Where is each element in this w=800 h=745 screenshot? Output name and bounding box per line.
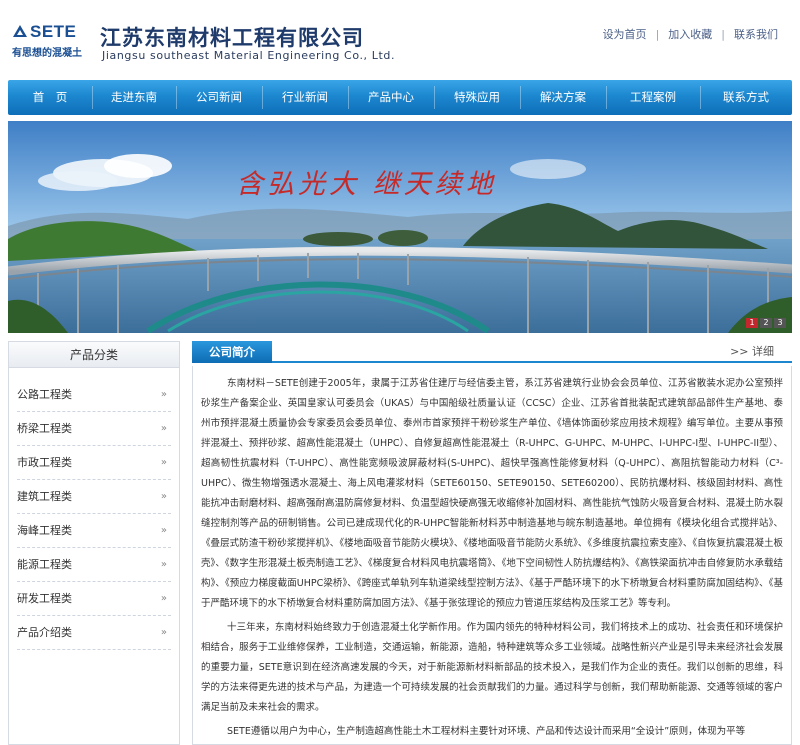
page: SETE 有思想的混凝土 江苏东南材料工程有限公司 Jiangsu southe… <box>0 0 800 745</box>
double-chevron-right-icon: » <box>160 457 167 468</box>
sidebar-item-label: 公路工程类 <box>17 388 72 401</box>
double-chevron-right-icon: » <box>160 423 167 434</box>
double-chevron-right-icon: » <box>160 593 167 604</box>
banner-image: 含弘光大 继天续地 <box>8 121 792 333</box>
nav-item-projects[interactable]: 工程案例 <box>606 80 700 115</box>
double-chevron-right-icon: » <box>160 389 167 400</box>
nav-item-company-news[interactable]: 公司新闻 <box>176 80 262 115</box>
banner-calligraphy: 含弘光大 继天续地 <box>236 169 497 200</box>
divider: | <box>655 28 660 41</box>
section-title: 公司简介 <box>192 341 272 363</box>
contact-us-link[interactable]: 联系我们 <box>734 28 778 41</box>
sidebar-title: 产品分类 <box>9 342 179 368</box>
company-name-en: Jiangsu southeast Material Engineering C… <box>102 49 396 62</box>
slide-dot-1[interactable]: 1 <box>746 318 758 328</box>
company-name-cn: 江苏东南材料工程有限公司 <box>100 26 364 50</box>
nav-item-contact[interactable]: 联系方式 <box>700 80 792 115</box>
sidebar-item-bridge[interactable]: 桥梁工程类 » <box>17 412 171 446</box>
hero-banner[interactable]: 含弘光大 继天续地 123 <box>8 121 792 333</box>
nav-item-solutions[interactable]: 解决方案 <box>520 80 606 115</box>
add-favorite-link[interactable]: 加入收藏 <box>668 28 712 41</box>
site-header: SETE 有思想的混凝土 江苏东南材料工程有限公司 Jiangsu southe… <box>0 0 800 78</box>
sidebar-item-label: 研发工程类 <box>17 592 72 605</box>
sidebar-item-energy[interactable]: 能源工程类 » <box>17 548 171 582</box>
double-chevron-right-icon: >> <box>730 345 752 358</box>
divider: | <box>721 28 725 41</box>
sidebar-item-label: 市政工程类 <box>17 456 72 469</box>
logo-slogan: 有思想的混凝土 <box>12 48 82 59</box>
company-intro-content: 东南材料－SETE创建于2005年，隶属于江苏省住建厅与经信委主管，系江苏省建筑… <box>192 366 792 745</box>
intro-paragraph: SETE遵循以用户为中心，生产制造超高性能土木工程材料主要针对环境、产品和传达设… <box>227 726 746 737</box>
nav-item-industry-news[interactable]: 行业新闻 <box>262 80 348 115</box>
main-nav: 首 页 走进东南 公司新闻 行业新闻 产品中心 特殊应用 解决方案 工程案例 联… <box>8 80 792 115</box>
slide-dot-2[interactable]: 2 <box>760 318 772 328</box>
set-homepage-link[interactable]: 设为首页 <box>603 28 647 41</box>
sidebar-item-label: 建筑工程类 <box>17 490 72 503</box>
company-intro-header: 公司简介 >> 详细 <box>192 341 792 363</box>
nav-item-about[interactable]: 走进东南 <box>92 80 176 115</box>
sidebar-item-rnd[interactable]: 研发工程类 » <box>17 582 171 616</box>
double-chevron-right-icon: » <box>160 559 167 570</box>
double-chevron-right-icon: » <box>160 491 167 502</box>
sidebar-item-highway[interactable]: 公路工程类 » <box>17 378 171 412</box>
intro-paragraph: 十三年来，东南材料始终致力于创造混凝土化学新作用。作为国内领先的特种材料公司，我… <box>201 622 783 713</box>
logo-mark-icon <box>13 25 27 37</box>
sidebar-item-label: 产品介绍类 <box>17 626 72 639</box>
nav-item-special-applications[interactable]: 特殊应用 <box>434 80 520 115</box>
logo-text: SETE <box>30 22 77 41</box>
sidebar-item-municipal[interactable]: 市政工程类 » <box>17 446 171 480</box>
double-chevron-right-icon: » <box>160 627 167 638</box>
sidebar-item-label: 能源工程类 <box>17 558 72 571</box>
more-link[interactable]: >> 详细 <box>730 343 774 359</box>
slide-dot-3[interactable]: 3 <box>774 318 786 328</box>
intro-paragraph: 东南材料－SETE创建于2005年，隶属于江苏省住建厅与经信委主管，系江苏省建筑… <box>201 378 783 609</box>
nav-item-home[interactable]: 首 页 <box>8 80 92 115</box>
more-label: 详细 <box>752 345 774 358</box>
company-logo[interactable]: SETE 有思想的混凝土 <box>12 22 94 60</box>
sidebar-item-product-intro[interactable]: 产品介绍类 » <box>17 616 171 650</box>
slide-indicators: 123 <box>744 310 786 329</box>
sidebar-item-label: 桥梁工程类 <box>17 422 72 435</box>
sidebar-item-label: 海峰工程类 <box>17 524 72 537</box>
top-links: 设为首页 | 加入收藏 | 联系我们 <box>603 26 778 42</box>
sidebar-item-marine[interactable]: 海峰工程类 » <box>17 514 171 548</box>
nav-item-products[interactable]: 产品中心 <box>348 80 434 115</box>
double-chevron-right-icon: » <box>160 525 167 536</box>
product-category-sidebar: 产品分类 公路工程类» 桥梁工程类» 市政工程类» 建筑工程类» 海峰工程类» … <box>8 341 180 745</box>
sidebar-item-building[interactable]: 建筑工程类 » <box>17 480 171 514</box>
